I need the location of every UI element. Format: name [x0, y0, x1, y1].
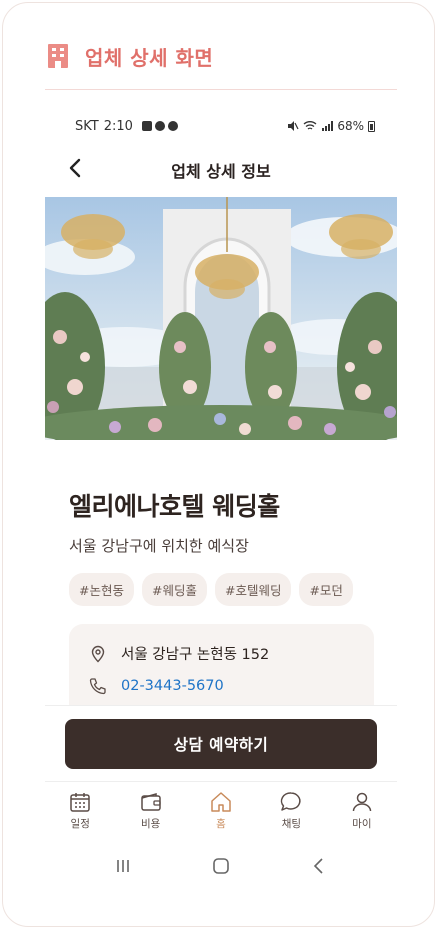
app-header-title: 업체 상세 화면: [85, 45, 214, 70]
wifi-icon: [303, 121, 317, 130]
tag-chip[interactable]: #호텔웨딩: [214, 573, 292, 606]
venue-hero-image: [45, 197, 397, 440]
tab-label: 비용: [140, 818, 161, 830]
status-bar: SKT 2:10 68%: [75, 117, 375, 135]
tab-my[interactable]: 마이: [327, 782, 397, 839]
header-divider: [45, 89, 397, 90]
battery-percent: 68%: [337, 119, 364, 133]
battery-icon: [368, 120, 375, 132]
venue-name: 엘리에나호텔 웨딩홀: [69, 492, 280, 521]
phone-icon: [89, 678, 106, 695]
page-title: 업체 상세 정보: [171, 162, 271, 181]
home-nav-icon[interactable]: [211, 856, 231, 876]
tab-cost[interactable]: 비용: [115, 782, 185, 839]
tab-schedule[interactable]: 일정: [45, 782, 115, 839]
tab-label: 일정: [70, 818, 90, 830]
phone-row[interactable]: 02-3443-5670: [89, 677, 224, 695]
location-pin-icon: [91, 645, 105, 662]
building-icon: [48, 44, 68, 68]
wallet-icon: [140, 793, 161, 811]
chat-icon: [281, 792, 302, 811]
app-header: 업체 상세 화면: [47, 41, 213, 71]
mute-icon: [288, 121, 299, 131]
tag-chip[interactable]: #웨딩홀: [141, 573, 207, 606]
calendar-icon: [70, 793, 90, 812]
home-icon: [211, 792, 231, 812]
carrier-label: SKT: [75, 118, 99, 134]
cta-area: 상담 예약하기: [45, 705, 397, 781]
venue-phone-link[interactable]: 02-3443-5670: [121, 678, 224, 694]
bottom-tab-bar: 일정 비용 홈 채팅 마이: [45, 781, 397, 839]
phone-frame: 업체 상세 화면 SKT 2:10 68% 업체 상세 정보 엘리에나호텔 웨딩…: [2, 2, 435, 927]
tab-chat[interactable]: 채팅: [256, 782, 326, 839]
tab-home[interactable]: 홈: [186, 782, 256, 839]
venue-description: 서울 강남구에 위치한 예식장: [69, 537, 249, 555]
book-consultation-button[interactable]: 상담 예약하기: [65, 719, 377, 769]
venue-address: 서울 강남구 논현동 152: [121, 647, 270, 663]
gallery-notification-icon: [141, 121, 152, 131]
system-nav-bar: [45, 851, 397, 881]
nav-bar: 업체 상세 정보: [45, 153, 397, 183]
person-icon: [352, 792, 372, 812]
back-nav-icon[interactable]: [309, 856, 329, 876]
message-notification-icon: [154, 121, 165, 131]
tab-label: 홈: [216, 818, 226, 830]
signal-icon: [322, 121, 334, 131]
tab-label: 마이: [352, 818, 372, 830]
tag-chip[interactable]: #모던: [299, 573, 353, 606]
clock: 2:10: [103, 118, 133, 134]
app-notification-icon: [167, 121, 178, 131]
address-row: 서울 강남구 논현동 152: [89, 643, 269, 664]
tag-chip[interactable]: #논현동: [69, 573, 134, 606]
tag-list: #논현동 #웨딩홀 #호텔웨딩 #모던: [69, 573, 353, 606]
recent-apps-icon[interactable]: [113, 856, 133, 876]
tab-label: 채팅: [281, 818, 302, 830]
